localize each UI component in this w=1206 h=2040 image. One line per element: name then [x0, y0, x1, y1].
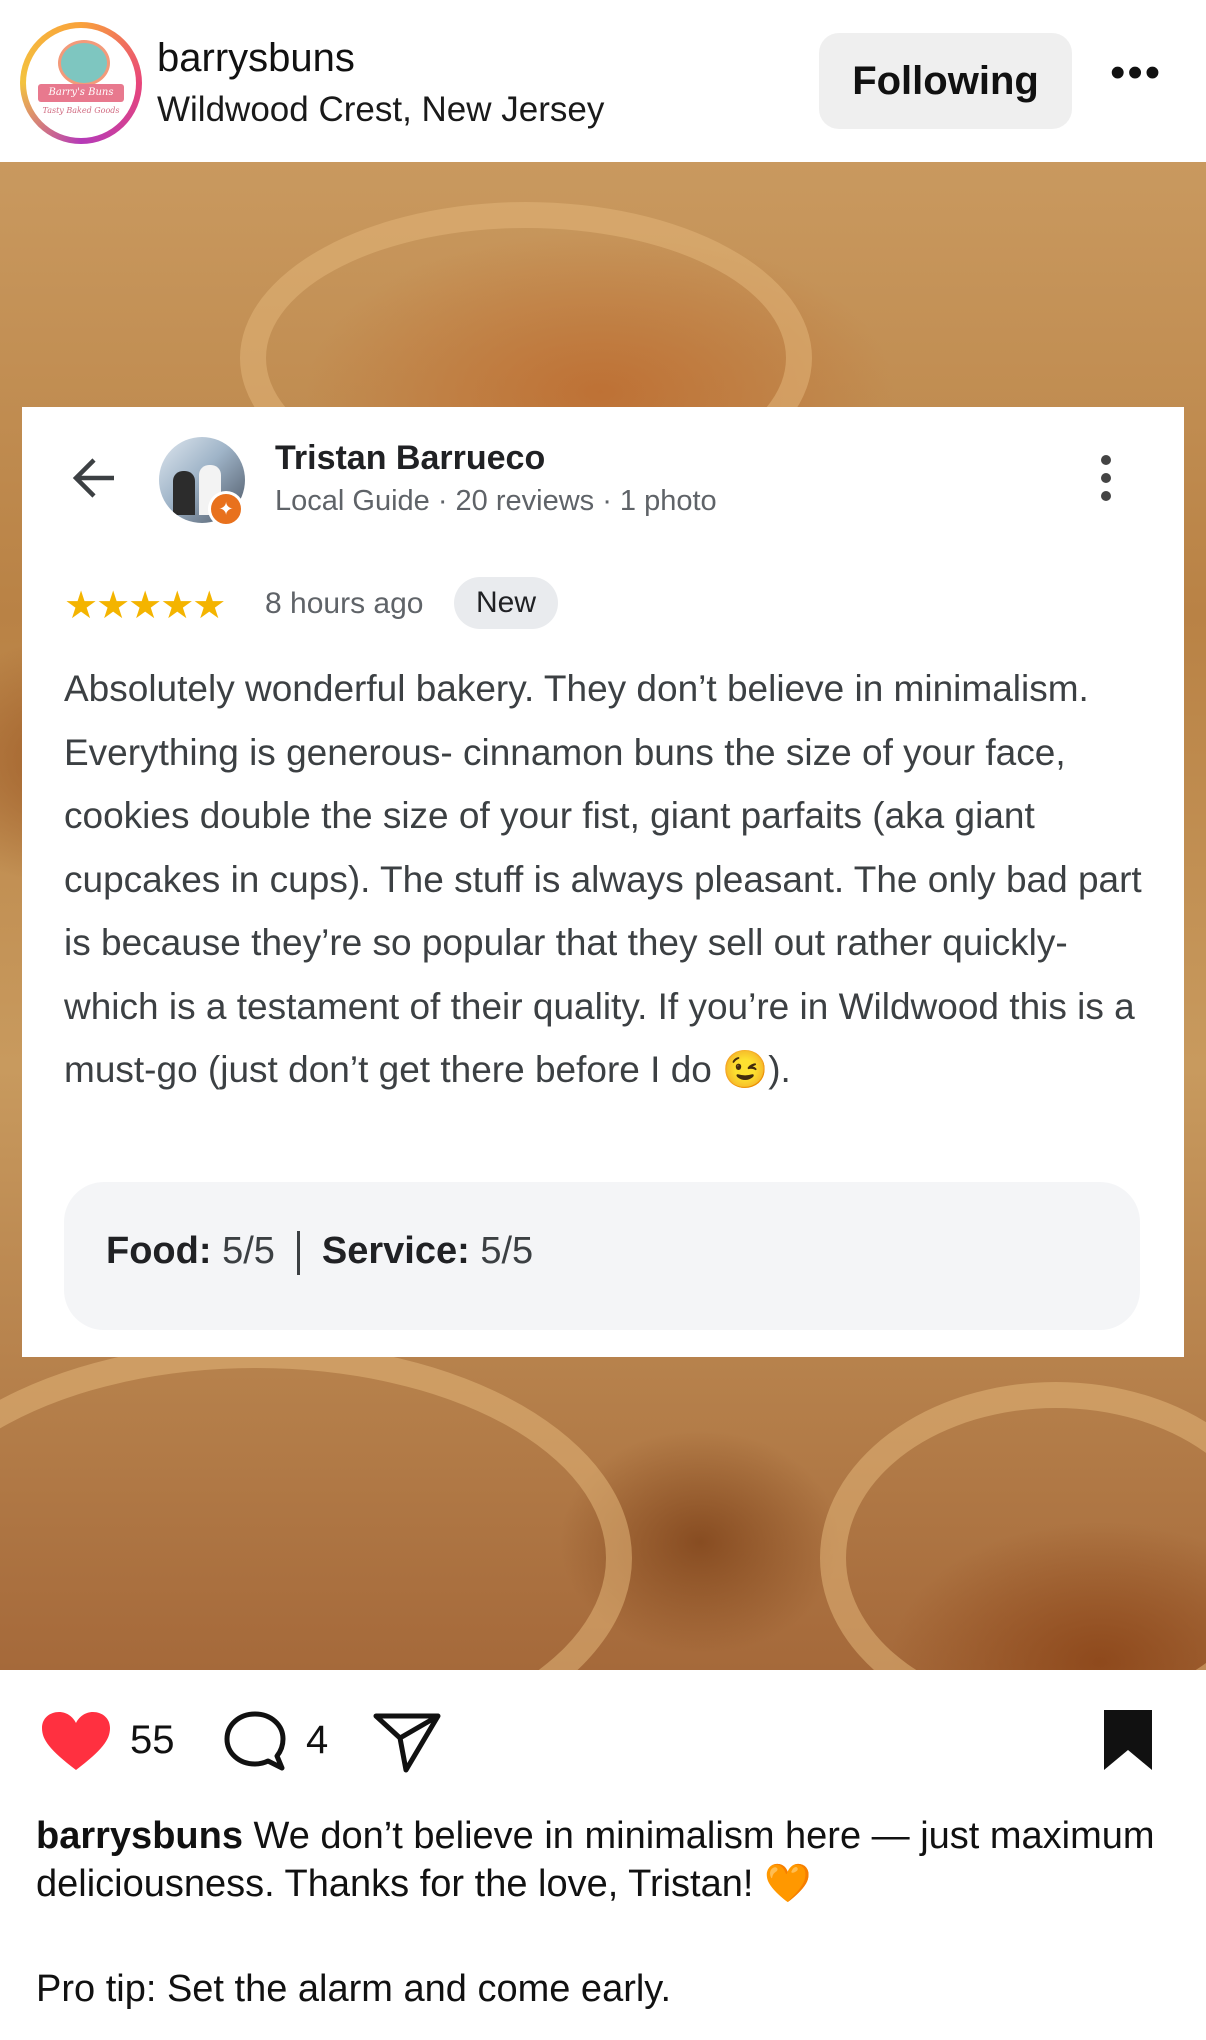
post-location[interactable]: Wildwood Crest, New Jersey — [157, 90, 604, 130]
post-header: Barry's Buns Tasty Baked Goods barrysbun… — [0, 0, 1206, 162]
share-icon[interactable] — [372, 1710, 442, 1774]
post-username[interactable]: barrysbuns — [157, 36, 355, 81]
comment-icon[interactable] — [222, 1710, 288, 1774]
service-value: 5/5 — [469, 1230, 534, 1272]
post-actions: 55 4 — [0, 1670, 1206, 1780]
reviewer-name[interactable]: Tristan Barrueco — [275, 439, 545, 478]
bakery-logo: Barry's Buns Tasty Baked Goods — [26, 28, 136, 138]
food-value: 5/5 — [211, 1230, 275, 1272]
food-label: Food: — [106, 1230, 212, 1272]
service-label: Service: — [321, 1230, 470, 1272]
profile-avatar[interactable]: Barry's Buns Tasty Baked Goods — [20, 22, 142, 144]
review-card: ✦ Tristan Barrueco Local Guide · 20 revi… — [22, 407, 1184, 1357]
bun-swirl-decoration — [820, 1382, 1206, 1670]
logo-subtext: Tasty Baked Goods — [42, 106, 120, 115]
like-heart-icon[interactable] — [40, 1710, 112, 1772]
review-more-icon[interactable] — [1099, 455, 1113, 501]
bun-swirl-decoration — [0, 1342, 632, 1670]
more-options-icon[interactable]: ••• — [1110, 51, 1170, 98]
cupcake-icon — [58, 40, 110, 86]
logo-text: Barry's Buns — [38, 84, 124, 102]
bookmark-saved-icon[interactable] — [1100, 1708, 1156, 1772]
local-guide-badge-icon: ✦ — [208, 491, 244, 527]
reviewer-meta: Local Guide · 20 reviews · 1 photo — [275, 485, 717, 517]
divider — [296, 1230, 300, 1275]
caption-protip: Pro tip: Set the alarm and come early. — [36, 1968, 672, 2010]
star-rating: ★★★★★ — [64, 585, 226, 627]
like-count[interactable]: 55 — [130, 1718, 175, 1763]
ratings-summary: Food: 5/5 Service: 5/5 — [64, 1182, 1140, 1330]
post-caption: barrysbuns We don’t believe in minimalis… — [36, 1812, 1176, 1908]
comment-count[interactable]: 4 — [306, 1718, 328, 1763]
review-text: Absolutely wonderful bakery. They don’t … — [64, 668, 1142, 1090]
review-time: 8 hours ago — [265, 587, 424, 620]
following-button[interactable]: Following — [819, 33, 1072, 129]
caption-username[interactable]: barrysbuns — [36, 1815, 243, 1857]
back-arrow-icon[interactable] — [70, 455, 118, 501]
new-badge: New — [454, 577, 559, 629]
